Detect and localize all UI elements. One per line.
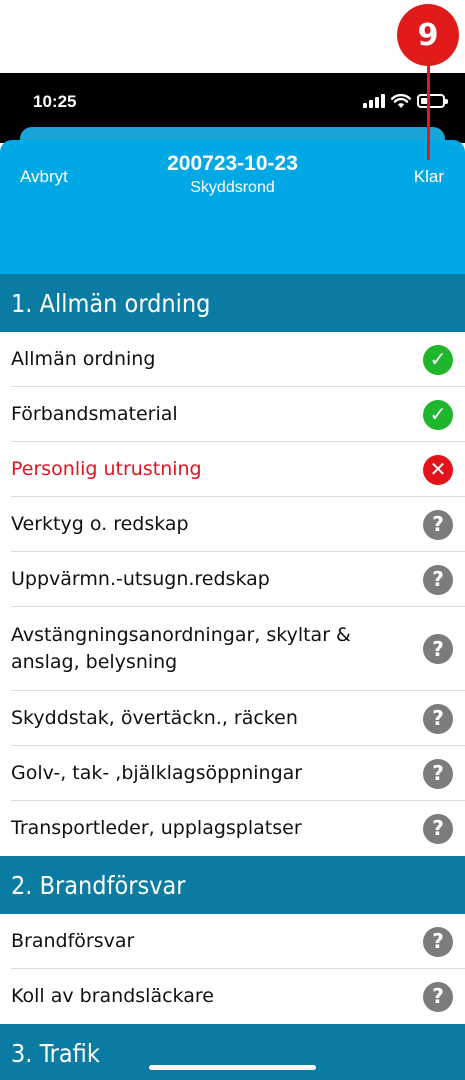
- list-item[interactable]: Koll av brandsläckare ?: [0, 969, 465, 1024]
- list-item[interactable]: Verktyg o. redskap ?: [0, 497, 465, 552]
- cellular-signal-icon: [363, 94, 385, 108]
- callout-marker: 9: [397, 4, 459, 66]
- question-mark-icon[interactable]: ?: [423, 634, 453, 664]
- list-item-label: Allmän ordning: [11, 348, 156, 370]
- list-item[interactable]: Skyddstak, övertäckn., räcken ?: [0, 691, 465, 746]
- question-mark-icon[interactable]: ?: [423, 509, 453, 540]
- checkmark-icon[interactable]: ✓: [423, 344, 453, 375]
- modal-header: Avbryt 200723-10-23 Skyddsrond Klar: [0, 140, 465, 274]
- list-item-label: Skyddstak, övertäckn., räcken: [11, 707, 298, 729]
- list-item-label: Transportleder, upplagsplatser: [11, 817, 302, 839]
- checklist: 1. Allmän ordning Allmän ordning ✓ Förba…: [0, 274, 465, 1080]
- list-item[interactable]: Personlig utrustning ✕: [0, 442, 465, 497]
- battery-icon: [417, 94, 448, 108]
- checkmark-icon[interactable]: ✓: [423, 399, 453, 430]
- status-icons: [363, 93, 448, 109]
- list-item[interactable]: Allmän ordning ✓: [0, 332, 465, 387]
- wifi-icon: [391, 93, 411, 108]
- list-item-label: Personlig utrustning: [11, 458, 202, 480]
- list-item[interactable]: Transportleder, upplagsplatser ?: [0, 801, 465, 856]
- screen: 9 10:25 Avbryt 200723-10-23 Skyddsrond K…: [0, 0, 465, 1080]
- question-mark-icon[interactable]: ?: [423, 813, 453, 844]
- question-mark-icon[interactable]: ?: [423, 926, 453, 957]
- status-time: 10:25: [33, 92, 77, 111]
- list-item[interactable]: Förbandsmaterial ✓: [0, 387, 465, 442]
- list-item-label: Brandförsvar: [11, 930, 135, 952]
- section-header-allman-ordning[interactable]: 1. Allmän ordning: [0, 274, 465, 332]
- list-item[interactable]: Golv-, tak- ,bjälklagsöppningar ?: [0, 746, 465, 801]
- question-mark-icon[interactable]: ?: [423, 564, 453, 595]
- home-indicator[interactable]: [149, 1065, 316, 1070]
- question-mark-icon[interactable]: ?: [423, 758, 453, 789]
- list-item-label: Koll av brandsläckare: [11, 985, 214, 1007]
- section-header-trafik[interactable]: 3. Trafik: [0, 1024, 465, 1080]
- list-item-label: Verktyg o. redskap: [11, 513, 189, 535]
- done-button[interactable]: Klar: [414, 167, 444, 187]
- list-item-label: Uppvärmn.-utsugn.redskap: [11, 568, 270, 590]
- question-mark-icon[interactable]: ?: [423, 703, 453, 734]
- list-item[interactable]: Avstängningsanordningar, skyltar & ansla…: [0, 607, 465, 691]
- header-subtitle: Skyddsrond: [190, 179, 275, 196]
- list-item[interactable]: Uppvärmn.-utsugn.redskap ?: [0, 552, 465, 607]
- header-title: 200723-10-23: [167, 152, 298, 175]
- callout-number: 9: [417, 17, 439, 53]
- cross-icon[interactable]: ✕: [423, 454, 453, 485]
- list-item-label: Avstängningsanordningar, skyltar & ansla…: [11, 624, 351, 673]
- list-item-label: Golv-, tak- ,bjälklagsöppningar: [11, 762, 303, 784]
- list-item-label: Förbandsmaterial: [11, 403, 178, 425]
- callout-pointer-line: [427, 64, 430, 160]
- section-header-brandforsvar[interactable]: 2. Brandförsvar: [0, 856, 465, 914]
- list-item[interactable]: Brandförsvar ?: [0, 914, 465, 969]
- question-mark-icon[interactable]: ?: [423, 981, 453, 1012]
